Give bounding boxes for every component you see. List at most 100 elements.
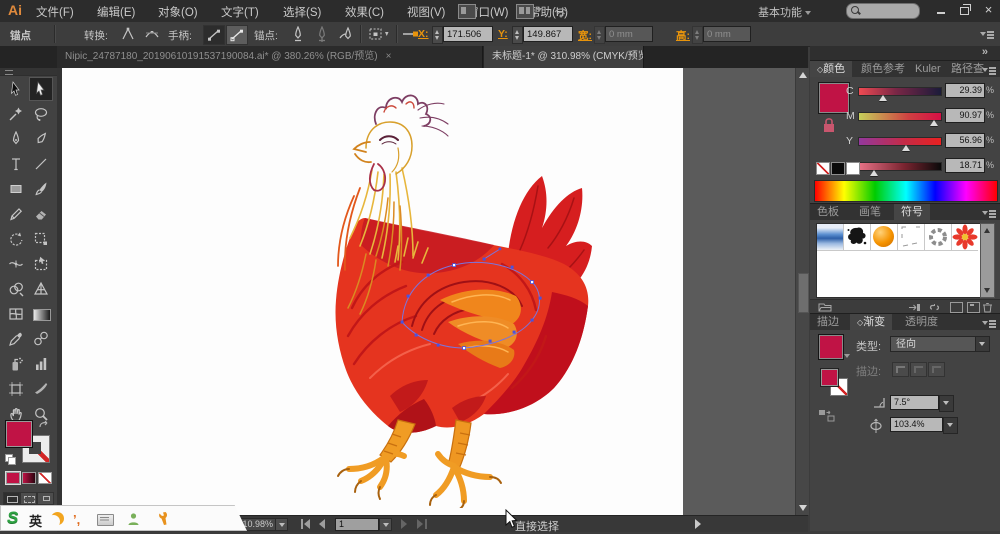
color-mode-button[interactable] [6,472,20,484]
menu-edit[interactable]: 编辑(E) [97,4,135,20]
color-panel-menu-icon[interactable] [982,66,996,75]
rotate-tool[interactable] [5,228,27,250]
color-spectrum-bar[interactable] [814,180,998,202]
gradient-ratio-input[interactable]: 103.4% [890,417,943,432]
control-panel-menu-icon[interactable] [980,30,994,39]
paintbrush-tool[interactable] [30,178,52,200]
selection-tool[interactable] [5,78,27,100]
black-slider[interactable] [858,162,942,171]
close-button[interactable]: × [981,3,996,17]
restore-button[interactable] [956,3,971,17]
symbol-libraries-icon[interactable] [818,302,832,313]
cyan-slider[interactable] [858,87,942,96]
ime-fullhalf-moon-icon[interactable] [51,512,64,525]
search-input[interactable] [846,3,920,19]
perspective-grid-tool[interactable] [30,278,52,300]
yellow-slider[interactable] [858,137,942,146]
gradient-tool[interactable] [30,303,52,325]
magic-wand-tool[interactable] [5,103,27,125]
tab-transparency[interactable]: 透明度 [898,314,945,331]
go-to-bridge-icon[interactable] [458,4,476,19]
y-input[interactable]: 149.867 [523,26,573,42]
artboard-chevron-icon[interactable] [379,518,392,531]
magenta-value-input[interactable]: 90.97 [945,108,985,123]
ime-language-toggle[interactable]: 英 [29,511,42,530]
column-graph-tool[interactable] [30,353,52,375]
ime-user-icon[interactable] [127,512,140,526]
y-stepper[interactable] [512,26,523,44]
scroll-down-icon[interactable] [799,505,807,511]
zoom-chevron-icon[interactable] [275,518,288,531]
tab-gradient[interactable]: ◇渐变 [850,314,892,331]
mesh-tool[interactable] [5,303,27,325]
document-tab-inactive[interactable]: Nipic_24787180_20190610191537190084.ai* … [57,46,483,68]
break-link-icon[interactable] [928,302,942,313]
angle-chevron-icon[interactable] [939,395,954,412]
convert-to-corner-button[interactable] [118,25,138,43]
first-artboard-icon[interactable] [304,519,310,529]
sogou-logo-icon[interactable]: S [7,508,18,528]
reverse-gradient-icon[interactable] [818,408,835,423]
place-symbol-icon[interactable] [908,302,921,313]
gradient-angle-input[interactable]: 7.5° [890,395,939,410]
symbol-ink-splat[interactable] [844,224,871,251]
menu-select[interactable]: 选择(S) [283,4,321,20]
tab-stroke[interactable]: 描边 [810,314,846,331]
symbol-orange-orb[interactable] [871,224,898,251]
yellow-value-input[interactable]: 56.96 [945,133,985,148]
default-fill-stroke-icon[interactable] [5,454,15,464]
vertical-scrollbar[interactable] [795,68,809,515]
ime-settings-wrench-icon[interactable] [153,510,169,527]
pen-tool[interactable] [5,128,27,150]
isolate-selection-button[interactable] [366,25,392,43]
artboard[interactable] [62,68,683,515]
gradient-type-select[interactable]: 径向 [890,336,990,352]
calligraphy-pen-tool[interactable] [30,128,52,150]
scale-tool[interactable] [30,228,52,250]
type-tool[interactable] [5,153,27,175]
first-artboard-icon[interactable] [301,519,303,529]
swap-fill-stroke-icon[interactable] [38,420,50,430]
chevron-down-icon[interactable] [975,337,989,351]
width-tool[interactable] [5,253,27,275]
eyedropper-tool[interactable] [5,328,27,350]
free-transform-tool[interactable] [30,253,52,275]
line-segment-tool[interactable] [30,153,52,175]
none-swatch[interactable] [816,162,830,175]
previous-artboard-icon[interactable] [319,519,325,529]
tab-color[interactable]: ◇颜色 [810,61,852,78]
symbol-blank-frame[interactable] [898,224,925,251]
symbols-panel-menu-icon[interactable] [982,209,996,218]
hide-handles-button[interactable] [203,25,225,45]
blend-tool[interactable] [30,328,52,350]
menu-type[interactable]: 文字(T) [221,4,259,20]
rooster-artwork[interactable] [202,78,622,508]
tab-symbols[interactable]: 符号 [894,204,930,221]
add-anchor-button[interactable] [312,25,332,43]
tools-panel-grip[interactable] [0,68,57,76]
scroll-down-icon[interactable] [984,288,990,293]
tab-swatches[interactable]: 色板 [810,204,846,221]
convert-to-smooth-button[interactable] [142,25,162,43]
slice-tool[interactable] [30,378,52,400]
symbol-blue-ribbon[interactable] [817,224,844,251]
minimize-button[interactable] [934,3,949,17]
draw-normal-button[interactable] [3,492,20,505]
black-swatch[interactable] [831,162,845,175]
x-input[interactable]: 171.506 [443,26,493,42]
new-symbol-icon[interactable] [967,302,980,313]
show-handles-button[interactable] [226,25,248,45]
x-stepper[interactable] [432,26,443,44]
symbol-options-icon[interactable] [950,302,963,313]
rectangle-tool[interactable] [5,178,27,200]
gradient-swatch[interactable] [818,334,844,360]
draw-behind-button[interactable] [20,492,37,505]
shape-builder-tool[interactable] [5,278,27,300]
magenta-slider[interactable] [858,112,942,121]
draw-inside-button[interactable] [37,492,54,505]
gradient-swatch-chevron-icon[interactable] [844,354,850,358]
ime-punctuation-icon[interactable]: ’, [73,512,80,527]
arrange-documents-icon[interactable] [516,4,534,19]
white-swatch[interactable] [846,162,860,175]
menu-view[interactable]: 视图(V) [407,4,445,20]
